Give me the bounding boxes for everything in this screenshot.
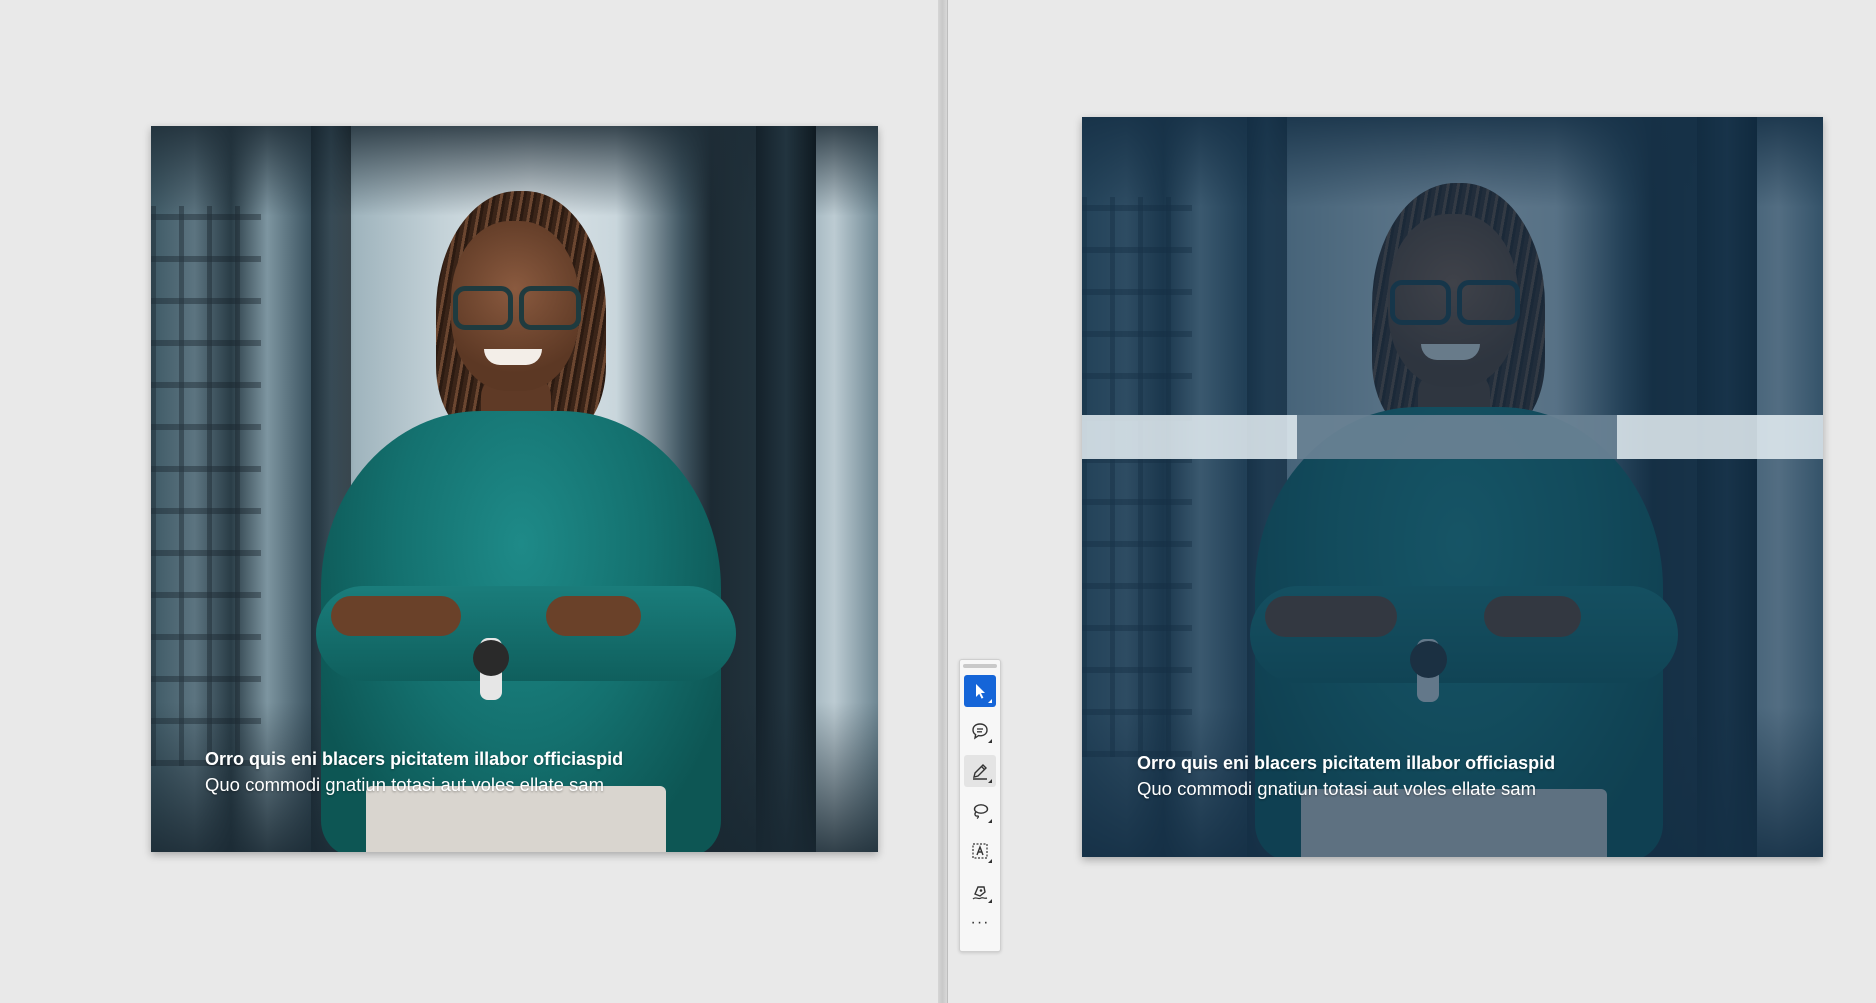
caption-subtitle: Quo commodi gnatiun totasi aut voles ell… (1137, 778, 1536, 799)
toolbar-drag-handle[interactable] (963, 664, 997, 668)
more-tools-button[interactable]: ··· (964, 914, 996, 938)
caption-subtitle: Quo commodi gnatiun totasi aut voles ell… (205, 774, 604, 795)
select-tool-button[interactable] (964, 675, 996, 707)
pen-icon (973, 764, 987, 780)
arrow-pointer-icon (976, 684, 985, 699)
floating-toolbar: ··· (959, 659, 1001, 952)
portrait-photo (151, 126, 878, 852)
caption-title: Orro quis eni blacers picitatem illabor … (205, 749, 624, 769)
image-caption: Orro quis eni blacers picitatem illabor … (1137, 750, 1555, 802)
comment-tool-button[interactable] (964, 715, 996, 747)
lasso-tool-button[interactable] (964, 795, 996, 827)
lasso-icon (973, 804, 989, 820)
original-image-card[interactable]: Orro quis eni blacers picitatem illabor … (151, 126, 878, 852)
comment-icon (972, 723, 988, 740)
highlight-band-shadow (1297, 415, 1617, 459)
pane-divider[interactable] (938, 0, 948, 1003)
text-box-icon (972, 843, 988, 859)
caption-title: Orro quis eni blacers picitatem illabor … (1137, 753, 1556, 773)
color-overlay (1082, 117, 1823, 857)
sign-tool-button[interactable] (964, 875, 996, 907)
tinted-image-card[interactable]: Orro quis eni blacers picitatem illabor … (1082, 117, 1823, 857)
text-select-tool-button[interactable] (964, 835, 996, 867)
highlight-tool-button[interactable] (964, 755, 996, 787)
sign-pen-icon (972, 886, 988, 900)
image-caption: Orro quis eni blacers picitatem illabor … (205, 746, 623, 798)
